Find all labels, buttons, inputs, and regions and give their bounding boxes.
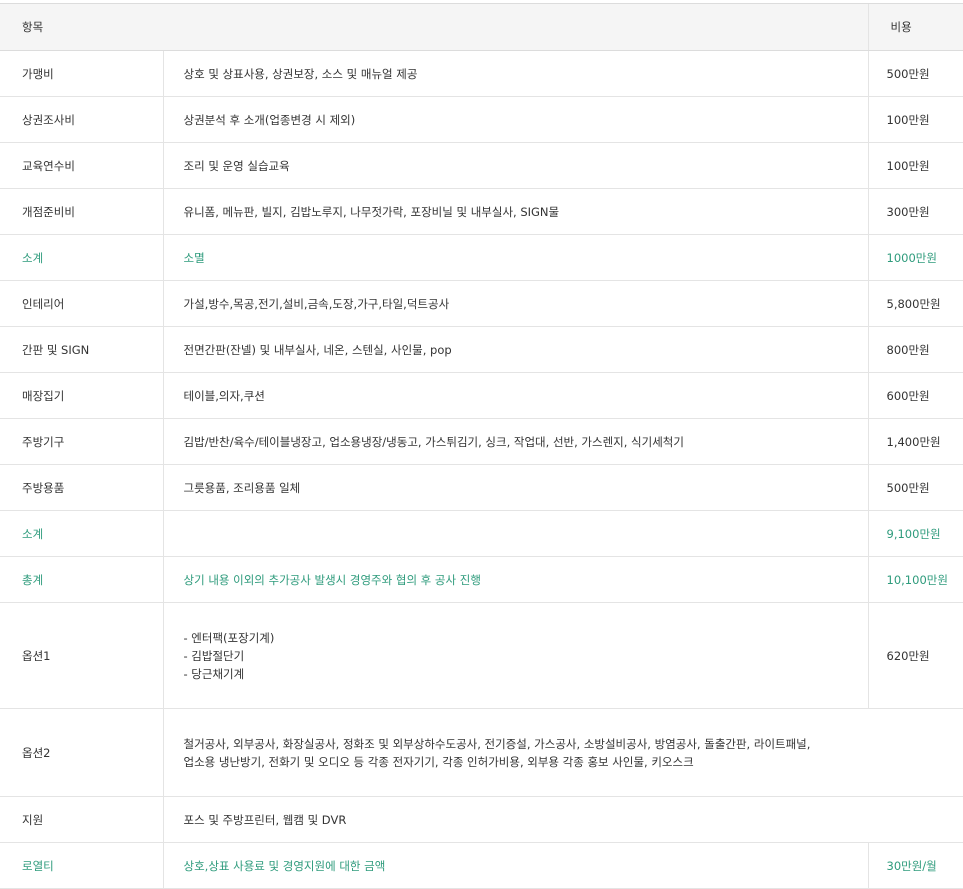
table-row: 옵션1 - 엔터팩(포장기계) - 김밥절단기 - 당근채기계 620만원 (0, 603, 963, 709)
row-desc: 포스 및 주방프린터, 웹캠 및 DVR (163, 797, 963, 843)
row-cost: 10,100만원 (868, 557, 963, 603)
option-line: - 김밥절단기 (184, 647, 868, 665)
row-desc: 상호 및 상표사용, 상권보장, 소스 및 매뉴얼 제공 (163, 51, 868, 97)
row-cost: 1,400만원 (868, 419, 963, 465)
table-row: 옵션2 철거공사, 외부공사, 화장실공사, 정화조 및 외부상하수도공사, 전… (0, 709, 963, 797)
table-row: 간판 및 SIGN 전면간판(잔넬) 및 내부실사, 네온, 스텐실, 사인물,… (0, 327, 963, 373)
option-line: 철거공사, 외부공사, 화장실공사, 정화조 및 외부상하수도공사, 전기증설,… (184, 735, 963, 753)
row-item: 매장집기 (0, 373, 163, 419)
row-item: 옵션2 (0, 709, 163, 797)
table-row: 매장집기 테이블,의자,쿠션 600만원 (0, 373, 963, 419)
row-item: 지원 (0, 797, 163, 843)
table-row: 개점준비비 유니폼, 메뉴판, 빌지, 김밥노루지, 나무젓가락, 포장비닐 및… (0, 189, 963, 235)
row-item: 주방용품 (0, 465, 163, 511)
subtotal-row: 소계 9,100만원 (0, 511, 963, 557)
row-cost: 9,100만원 (868, 511, 963, 557)
row-cost: 500만원 (868, 465, 963, 511)
row-desc: 전면간판(잔넬) 및 내부실사, 네온, 스텐실, 사인물, pop (163, 327, 868, 373)
row-cost: 620만원 (868, 603, 963, 709)
row-desc: 철거공사, 외부공사, 화장실공사, 정화조 및 외부상하수도공사, 전기증설,… (163, 709, 963, 797)
row-cost: 300만원 (868, 189, 963, 235)
row-item: 인테리어 (0, 281, 163, 327)
header-cost: 비용 (868, 4, 963, 51)
row-cost: 30만원/월 (868, 843, 963, 889)
row-item: 소계 (0, 235, 163, 281)
row-item: 상권조사비 (0, 97, 163, 143)
table-row: 가맹비 상호 및 상표사용, 상권보장, 소스 및 매뉴얼 제공 500만원 (0, 51, 963, 97)
row-item: 로열티 (0, 843, 163, 889)
table-row: 주방용품 그릇용품, 조리용품 일체 500만원 (0, 465, 963, 511)
row-item: 개점준비비 (0, 189, 163, 235)
row-cost: 5,800만원 (868, 281, 963, 327)
table-row: 지원 포스 및 주방프린터, 웹캠 및 DVR (0, 797, 963, 843)
row-item: 가맹비 (0, 51, 163, 97)
row-item: 간판 및 SIGN (0, 327, 163, 373)
table-row: 인테리어 가설,방수,목공,전기,설비,금속,도장,가구,타일,덕트공사 5,8… (0, 281, 963, 327)
row-cost: 100만원 (868, 97, 963, 143)
row-item: 교육연수비 (0, 143, 163, 189)
row-desc: 유니폼, 메뉴판, 빌지, 김밥노루지, 나무젓가락, 포장비닐 및 내부실사,… (163, 189, 868, 235)
row-cost: 500만원 (868, 51, 963, 97)
table-header-row: 항목 비용 (0, 4, 963, 51)
table-row: 상권조사비 상권분석 후 소개(업종변경 시 제외) 100만원 (0, 97, 963, 143)
row-desc: 상호,상표 사용료 및 경영지원에 대한 금액 (163, 843, 868, 889)
row-desc: 테이블,의자,쿠션 (163, 373, 868, 419)
row-cost: 600만원 (868, 373, 963, 419)
row-cost: 100만원 (868, 143, 963, 189)
row-desc: 김밥/반찬/육수/테이블냉장고, 업소용냉장/냉동고, 가스튀김기, 싱크, 작… (163, 419, 868, 465)
table-row: 교육연수비 조리 및 운영 실습교육 100만원 (0, 143, 963, 189)
row-desc: 상권분석 후 소개(업종변경 시 제외) (163, 97, 868, 143)
option-line: - 엔터팩(포장기계) (184, 629, 868, 647)
row-desc: 소멸 (163, 235, 868, 281)
option-line: 업소용 냉난방기, 전화기 및 오디오 등 각종 전자기기, 각종 인허가비용,… (184, 753, 963, 771)
row-desc: 그릇용품, 조리용품 일체 (163, 465, 868, 511)
row-desc: 상기 내용 이외의 추가공사 발생시 경영주와 협의 후 공사 진행 (163, 557, 868, 603)
option-line: - 당근채기계 (184, 665, 868, 683)
royalty-row: 로열티 상호,상표 사용료 및 경영지원에 대한 금액 30만원/월 (0, 843, 963, 889)
row-desc: - 엔터팩(포장기계) - 김밥절단기 - 당근채기계 (163, 603, 868, 709)
subtotal-row: 소계 소멸 1000만원 (0, 235, 963, 281)
total-row: 총계 상기 내용 이외의 추가공사 발생시 경영주와 협의 후 공사 진행 10… (0, 557, 963, 603)
row-item: 소계 (0, 511, 163, 557)
row-cost: 1000만원 (868, 235, 963, 281)
row-desc (163, 511, 868, 557)
cost-table: 항목 비용 가맹비 상호 및 상표사용, 상권보장, 소스 및 매뉴얼 제공 5… (0, 3, 963, 889)
row-item: 총계 (0, 557, 163, 603)
row-item: 옵션1 (0, 603, 163, 709)
row-cost: 800만원 (868, 327, 963, 373)
header-item: 항목 (0, 4, 868, 51)
row-desc: 조리 및 운영 실습교육 (163, 143, 868, 189)
row-item: 주방기구 (0, 419, 163, 465)
row-desc: 가설,방수,목공,전기,설비,금속,도장,가구,타일,덕트공사 (163, 281, 868, 327)
table-row: 주방기구 김밥/반찬/육수/테이블냉장고, 업소용냉장/냉동고, 가스튀김기, … (0, 419, 963, 465)
